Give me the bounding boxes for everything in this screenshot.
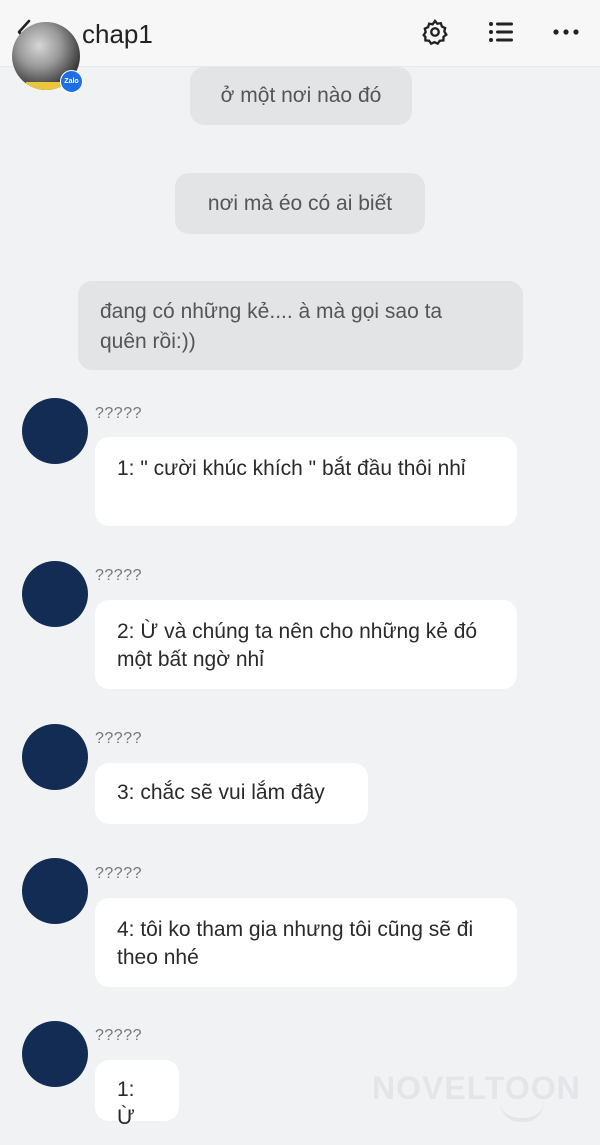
noveltoon-watermark: NOVELTOON xyxy=(372,1070,581,1106)
message-bubble: 4: tôi ko tham gia nhưng tôi cũng sẽ đi … xyxy=(95,898,517,987)
system-message: nơi mà éo có ai biết xyxy=(175,173,425,234)
zalo-badge: Zalo xyxy=(60,70,83,93)
message-bubble: 3: chắc sẽ vui lắm đây xyxy=(95,763,368,824)
chat-title: chap1 xyxy=(82,19,153,49)
sender-avatar[interactable] xyxy=(22,398,88,464)
gear-icon[interactable] xyxy=(420,17,450,47)
sender-avatar[interactable] xyxy=(22,724,88,790)
message-bubble: 1: Ừ xyxy=(95,1060,179,1129)
sender-name: ????? xyxy=(95,1027,142,1044)
message-bubble: 1: " cười khúc khích " bắt đầu thôi nhỉ xyxy=(95,437,517,526)
system-message: ở một nơi nào đó xyxy=(190,67,412,125)
more-horizontal-icon[interactable] xyxy=(551,17,581,47)
sender-avatar[interactable] xyxy=(22,561,88,627)
list-icon[interactable] xyxy=(486,17,516,47)
watermark-smile-icon xyxy=(500,1102,544,1122)
sender-name: ????? xyxy=(95,730,142,747)
sender-avatar[interactable] xyxy=(22,858,88,924)
sender-avatar[interactable] xyxy=(22,1021,88,1087)
sender-name: ????? xyxy=(95,865,142,882)
message-bubble: 2: Ừ và chúng ta nên cho những kẻ đó một… xyxy=(95,600,517,689)
system-message: đang có những kẻ.... à mà gọi sao ta quê… xyxy=(78,281,523,370)
sender-name: ????? xyxy=(95,405,142,422)
chat-header: chap1 xyxy=(0,0,600,67)
sender-name: ????? xyxy=(95,567,142,584)
